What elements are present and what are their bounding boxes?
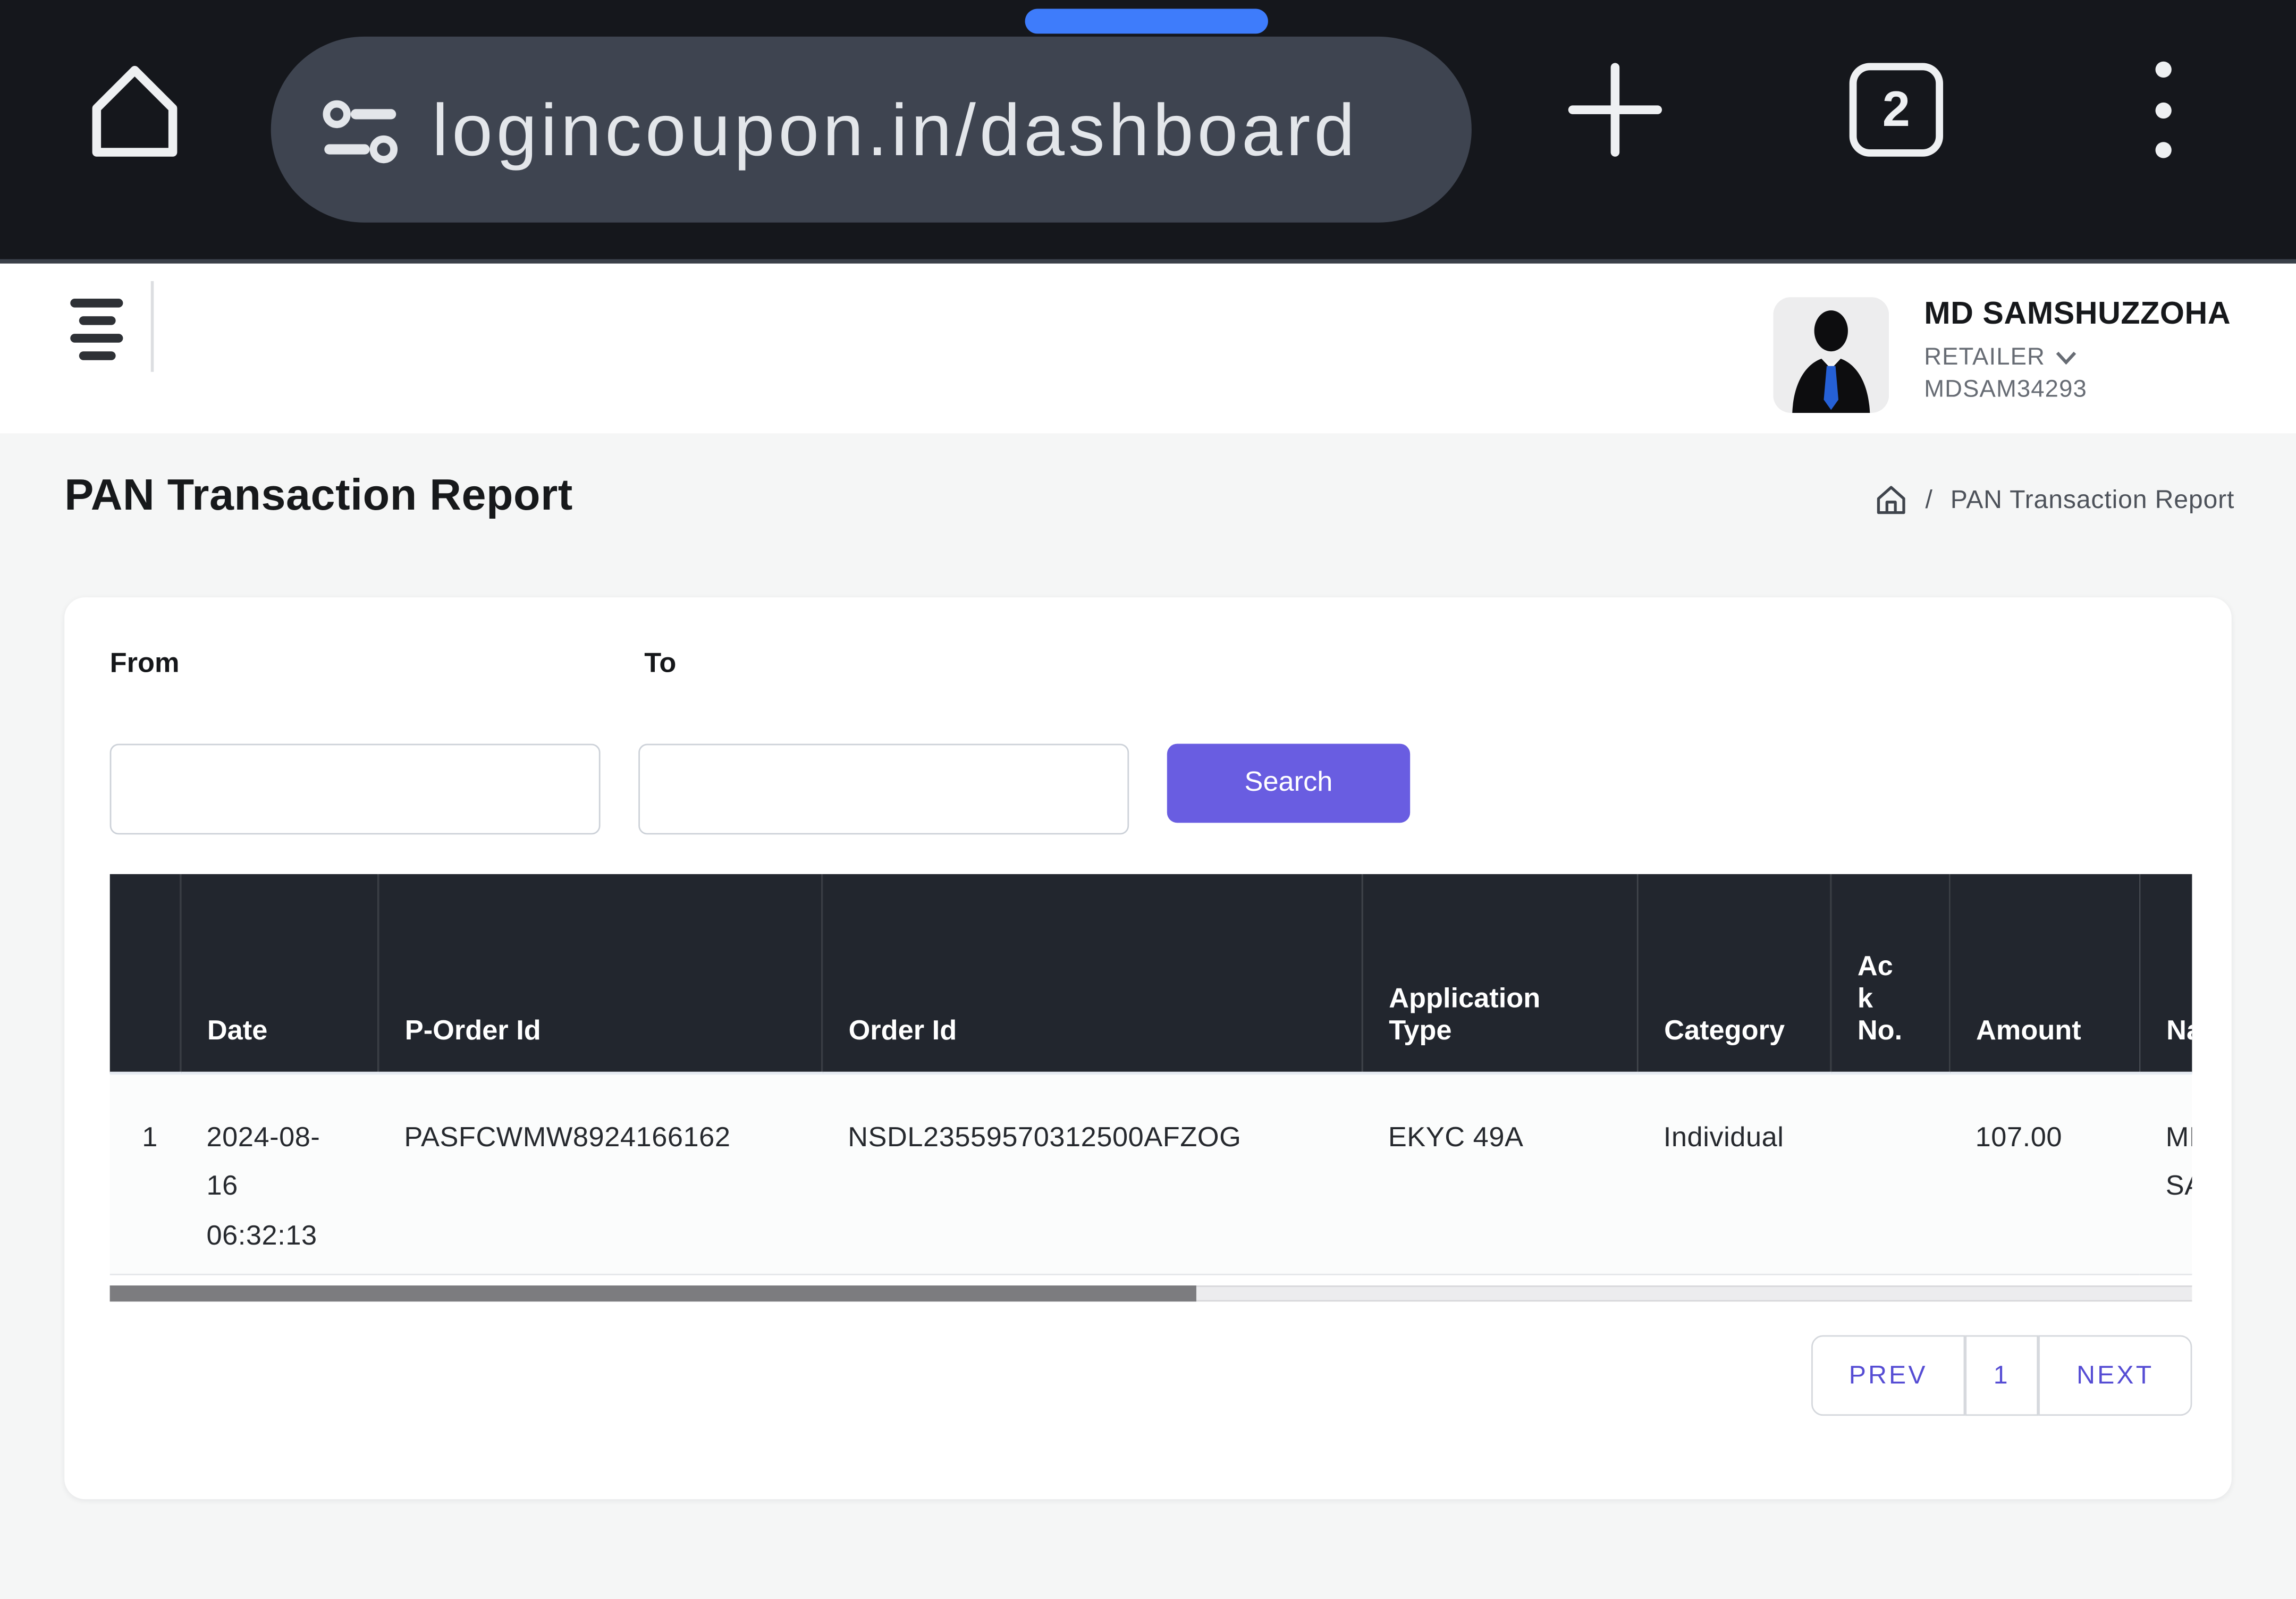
cell-p-order-id: PASFCWMW8924166162 xyxy=(378,1073,822,1273)
report-card: From To Search Date P-Order Id Order Id … xyxy=(64,597,2232,1499)
col-name: Name xyxy=(2139,874,2192,1073)
col-date: Date xyxy=(180,874,378,1073)
cell-ack-no xyxy=(1830,1073,1949,1273)
browser-menu-button[interactable] xyxy=(2145,62,2180,158)
search-button[interactable]: Search xyxy=(1167,744,1410,823)
tab-switcher-button[interactable]: 2 xyxy=(1850,63,1943,156)
plus-icon xyxy=(1564,58,1666,161)
col-amount: Amount xyxy=(1949,874,2139,1073)
page-title: PAN Transaction Report xyxy=(64,471,573,521)
col-index xyxy=(110,874,180,1073)
cell-date: 2024-08-16 06:32:13 xyxy=(180,1073,378,1273)
cell-amount: 107.00 xyxy=(1949,1073,2139,1273)
browser-home-button[interactable] xyxy=(76,53,193,170)
col-order-id: Order Id xyxy=(822,874,1362,1073)
menu-dot xyxy=(2155,62,2171,78)
scrollbar-thumb[interactable] xyxy=(110,1285,1196,1301)
col-p-order-id: P-Order Id xyxy=(378,874,822,1073)
menu-dot xyxy=(2155,142,2171,158)
user-menu[interactable]: MD SAMSHUZZOHA RETAILER MDSAM34293 xyxy=(1924,296,2231,404)
prev-page-button[interactable]: PREV xyxy=(1811,1335,1965,1416)
screen: logincoupon.in/dashboard 2 xyxy=(0,0,2296,1599)
app-header: MD SAMSHUZZOHA RETAILER MDSAM34293 xyxy=(0,264,2296,434)
table-row: 1 2024-08-16 06:32:13 PASFCWMW8924166162… xyxy=(110,1073,2192,1273)
breadcrumb: / PAN Transaction Report xyxy=(1874,483,2234,517)
from-label: From xyxy=(110,649,180,681)
browser-toolbar: logincoupon.in/dashboard 2 xyxy=(0,0,2296,264)
cell-order-id: NSDL23559570312500AFZOG xyxy=(822,1073,1362,1273)
breadcrumb-separator: / xyxy=(1925,485,1932,515)
table-header-row: Date P-Order Id Order Id Application Typ… xyxy=(110,874,2192,1073)
from-date-input[interactable] xyxy=(110,744,601,835)
page-number[interactable]: 1 xyxy=(1965,1335,2038,1416)
home-icon xyxy=(76,53,193,170)
user-id: MDSAM34293 xyxy=(1924,376,2231,404)
breadcrumb-current: PAN Transaction Report xyxy=(1951,485,2234,515)
address-bar[interactable]: logincoupon.in/dashboard xyxy=(271,37,1472,223)
person-icon xyxy=(1773,297,1889,413)
cell-application-type: EKYC 49A xyxy=(1362,1073,1637,1273)
cell-index: 1 xyxy=(110,1073,180,1273)
horizontal-scrollbar[interactable] xyxy=(110,1285,2192,1301)
user-role[interactable]: RETAILER xyxy=(1924,344,2231,371)
pagination: PREV 1 NEXT xyxy=(1811,1335,2192,1416)
menu-dot xyxy=(2155,101,2171,117)
cell-category: Individual xyxy=(1637,1073,1830,1273)
page-loading-indicator xyxy=(1025,9,1268,34)
hamburger-icon xyxy=(70,299,123,308)
chevron-down-icon xyxy=(2055,351,2076,365)
user-name: MD SAMSHUZZOHA xyxy=(1924,296,2231,333)
site-settings-icon[interactable] xyxy=(320,90,400,169)
avatar[interactable] xyxy=(1773,297,1889,413)
col-category: Category xyxy=(1637,874,1830,1073)
breadcrumb-home-icon[interactable] xyxy=(1874,483,1907,517)
to-date-input[interactable] xyxy=(638,744,1129,835)
tab-count: 2 xyxy=(1883,81,1910,138)
sidebar-toggle-button[interactable] xyxy=(70,299,123,360)
to-label: To xyxy=(644,649,676,681)
col-ack-no: Ac k No. xyxy=(1830,874,1949,1073)
next-page-button[interactable]: NEXT xyxy=(2038,1335,2192,1416)
transactions-table: Date P-Order Id Order Id Application Typ… xyxy=(110,874,2192,1275)
cell-name: MD SAMSHUZZOHA xyxy=(2139,1073,2192,1273)
col-application-type: Application Type xyxy=(1362,874,1637,1073)
header-divider xyxy=(151,281,154,372)
new-tab-button[interactable] xyxy=(1564,58,1666,161)
url-text: logincoupon.in/dashboard xyxy=(432,87,1422,172)
